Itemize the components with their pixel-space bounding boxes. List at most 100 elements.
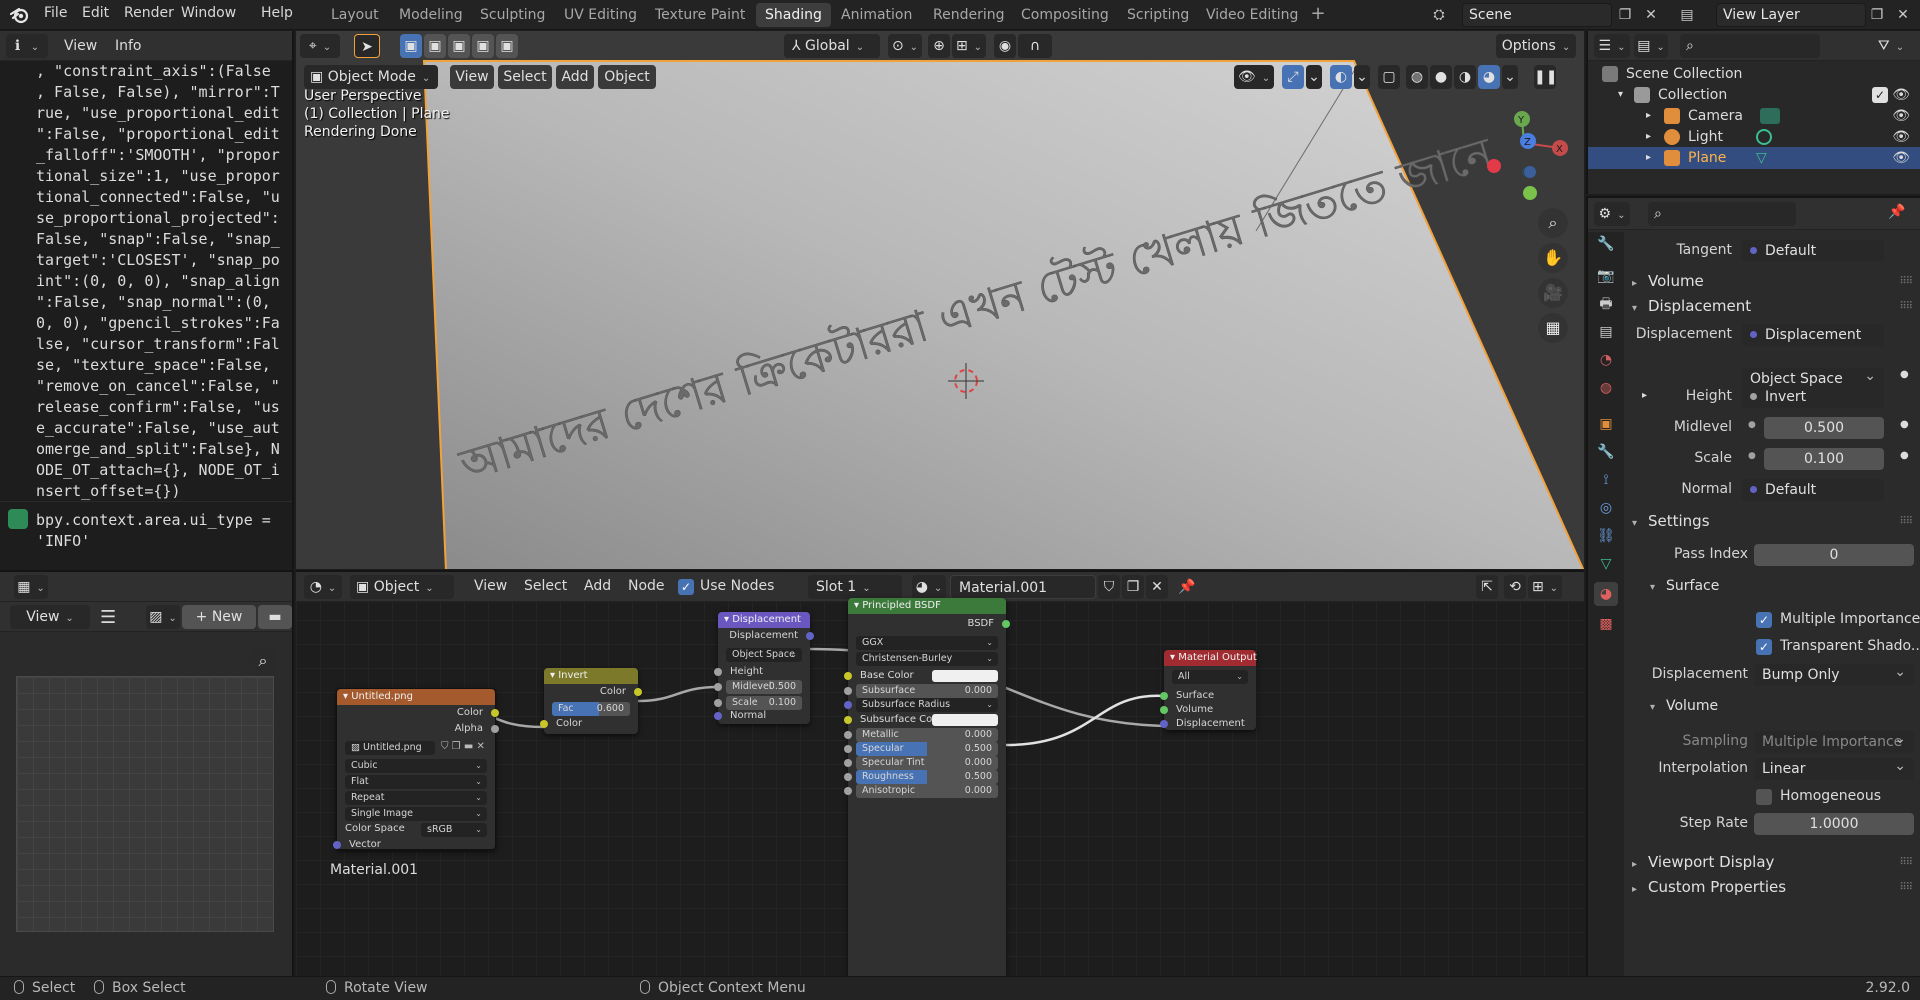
info-log-line[interactable]: lse, "cursor_transform":Fal <box>36 334 288 355</box>
specular-field[interactable]: Specular 0.500 <box>844 742 998 756</box>
output-node-header[interactable]: ▾ Material Output <box>1164 650 1257 666</box>
gizmo-icon[interactable]: ⤢ <box>1282 65 1304 89</box>
specular-tint-field[interactable]: Specular Tint 0.000 <box>844 756 998 770</box>
view-layer-tab-icon[interactable]: ▤ <box>1594 320 1618 344</box>
socket-vector-in[interactable] <box>333 841 341 849</box>
socket-color-out[interactable] <box>491 709 499 717</box>
perspective-grid-icon[interactable]: ▦ <box>1538 313 1568 343</box>
expand-light-icon[interactable]: ▸ <box>1646 126 1651 148</box>
outliner-search-field[interactable]: ⌕ <box>1680 34 1820 58</box>
modifier-tab-icon[interactable]: 🔧 <box>1594 440 1618 464</box>
editor-type-icon[interactable]: ⌖ ⌄ <box>300 34 340 58</box>
object-tab-icon[interactable]: ▣ <box>1594 412 1618 436</box>
scale-field[interactable]: 0.100 <box>1764 448 1884 470</box>
tab-compositing[interactable]: Compositing <box>1012 3 1118 27</box>
info-log-line[interactable]: release_confirm":False, "us <box>36 397 288 418</box>
collection-exclude-checkbox[interactable]: ✓ <box>1872 87 1888 103</box>
disp-space-dropdown[interactable]: Object Space ⌄ <box>726 648 802 662</box>
drag-handle-icon[interactable]: ⠿⠿ <box>1899 516 1913 527</box>
info-menu-info[interactable]: Info <box>115 38 142 54</box>
plane-visibility-icon[interactable]: 👁 <box>1892 147 1910 169</box>
subsurface-radius-dropdown[interactable]: Subsurface Radius ⌄ <box>844 698 998 712</box>
disp-socket-field[interactable]: Displacement <box>1742 324 1884 346</box>
pass-index-field[interactable]: 0 <box>1754 544 1914 566</box>
pivot-icon[interactable]: ⊙ ⌄ <box>888 34 922 58</box>
keyframe-dot-icon[interactable]: ● <box>1900 369 1909 380</box>
material-shading-icon[interactable]: ◑ <box>1454 65 1476 89</box>
blender-logo-icon[interactable] <box>10 6 30 24</box>
camera-data-icon[interactable] <box>1760 108 1780 124</box>
editor-type-icon[interactable]: ▦ ⌄ <box>14 575 48 599</box>
volume-subsection-header[interactable]: ▾ Volume <box>1650 698 1718 714</box>
texture-tab-icon[interactable]: ▩ <box>1594 612 1618 636</box>
gizmo-dropdown-icon[interactable]: ⌄ <box>1306 65 1322 89</box>
metallic-field[interactable]: Metallic 0.000 <box>844 728 998 742</box>
info-log-line[interactable]: rue, "use_proportional_edit <box>36 103 288 124</box>
expand-collection-icon[interactable]: ▾ <box>1618 84 1623 106</box>
color-space-dropdown[interactable]: sRGB ⌄ <box>421 823 487 837</box>
socket-midlevel-in[interactable] <box>714 683 722 691</box>
orientation-dropdown[interactable]: ⅄ Global ⌄ <box>784 34 880 58</box>
xray-icon[interactable]: ▢ <box>1378 65 1400 89</box>
anisotropic-field[interactable]: Anisotropic 0.000 <box>844 784 998 798</box>
proportional-edit-icon[interactable]: ◉ <box>994 34 1016 58</box>
shader-node-editor[interactable]: ◔ ⌄ ▣ Object ⌄ View Select Add Node ✓ Use … <box>296 570 1584 976</box>
shading-dropdown-icon[interactable]: ⌄ <box>1502 65 1518 89</box>
data-tab-icon[interactable]: ▽ <box>1594 552 1618 576</box>
info-log-line[interactable]: ":False, "proportional_edit <box>36 124 288 145</box>
solid-shading-icon[interactable]: ● <box>1430 65 1452 89</box>
displacement-method-dropdown[interactable]: Bump Only <box>1754 664 1914 686</box>
info-log-line[interactable]: se, "texture_space":False, <box>36 355 288 376</box>
image-canvas[interactable] <box>16 676 274 932</box>
info-log-line[interactable]: se_proportional_projected": <box>36 208 288 229</box>
extension-dropdown[interactable]: Repeat ⌄ <box>345 791 487 805</box>
scene-tab-icon[interactable]: ◔ <box>1594 348 1618 372</box>
select-mode-intersect-icon[interactable]: ▣ <box>496 34 518 58</box>
viewport-menu-add[interactable]: Add <box>556 65 594 89</box>
info-log-line[interactable]: ODE_OT_attach={}, NODE_OT_i <box>36 460 288 481</box>
distribution-dropdown[interactable]: GGX ⌄ <box>856 636 998 650</box>
info-log-line[interactable]: _falloff":'SMOOTH', "propor <box>36 145 288 166</box>
drag-handle-icon[interactable]: ⠿⠿ <box>1899 882 1913 893</box>
menu-help[interactable]: Help <box>261 5 293 21</box>
socket-normal-in[interactable] <box>714 712 722 720</box>
image-datablock-field[interactable]: ▨ Untitled.png <box>345 741 435 755</box>
options-dropdown[interactable]: Options ⌄ <box>1496 34 1576 58</box>
outliner-collection[interactable]: ▾ Collection ✓ 👁 <box>1588 84 1920 106</box>
info-command-line[interactable]: bpy.context.area.ui_type = <box>36 510 288 531</box>
step-rate-field[interactable]: 1.0000 <box>1754 813 1914 835</box>
height-field[interactable]: Invert <box>1742 386 1884 408</box>
tab-rendering[interactable]: Rendering <box>924 3 1014 27</box>
socket-scale-in[interactable] <box>714 699 722 707</box>
light-visibility-icon[interactable]: 👁 <box>1892 126 1910 148</box>
material-output-node[interactable]: ▾ Material Output All ⌄ Surface Volume Di… <box>1160 650 1257 730</box>
editor-type-icon[interactable]: ⚙ ⌄ <box>1594 202 1630 226</box>
info-log-line[interactable]: , "constraint_axis":(False <box>36 61 288 82</box>
menu-window[interactable]: Window <box>181 5 236 21</box>
drag-handle-icon[interactable]: ⠿⠿ <box>1899 857 1913 868</box>
scene-name-field[interactable]: Scene <box>1462 3 1612 27</box>
base-color-swatch[interactable] <box>932 670 998 682</box>
render-tab-icon[interactable]: 📷 <box>1594 264 1618 288</box>
3d-viewport[interactable]: আমাদের দেশের ক্রিকেটাররা এখন টেস্ট খেলায… <box>296 31 1584 569</box>
info-menu-view[interactable]: View <box>64 38 97 54</box>
new-scene-icon[interactable]: ❐ <box>1614 4 1636 26</box>
keyframe-dot-icon[interactable]: ● <box>1900 450 1909 461</box>
fac-slider[interactable]: Fac 0.600 <box>552 702 630 716</box>
socket-base-color-in[interactable] <box>844 672 852 680</box>
output-target-dropdown[interactable]: All ⌄ <box>1172 670 1248 684</box>
info-log-line[interactable]: nsert_offset={}) <box>36 481 288 502</box>
drag-handle-icon[interactable]: ⠿⠿ <box>1899 276 1913 287</box>
homogeneous-checkbox[interactable] <box>1756 789 1772 805</box>
snap-target-icon[interactable]: ⊞ ⌄ <box>952 34 986 58</box>
sss-method-dropdown[interactable]: Christensen-Burley ⌄ <box>856 652 998 666</box>
displacement-node-header[interactable]: ▾ Displacement <box>718 612 810 628</box>
normal-field[interactable]: Default <box>1742 479 1884 501</box>
tab-sculpting[interactable]: Sculpting <box>471 3 554 27</box>
transparent-shadows-checkbox[interactable]: ✓ <box>1756 639 1772 655</box>
menu-edit[interactable]: Edit <box>82 5 109 21</box>
info-log-line[interactable]: omerge_and_split":False}, N <box>36 439 288 460</box>
invert-node[interactable]: ▾ Invert Color Fac 0.600 Color <box>540 668 642 734</box>
physics-tab-icon[interactable]: ◎ <box>1594 496 1618 520</box>
viewport-menu-view[interactable]: View <box>450 65 494 89</box>
